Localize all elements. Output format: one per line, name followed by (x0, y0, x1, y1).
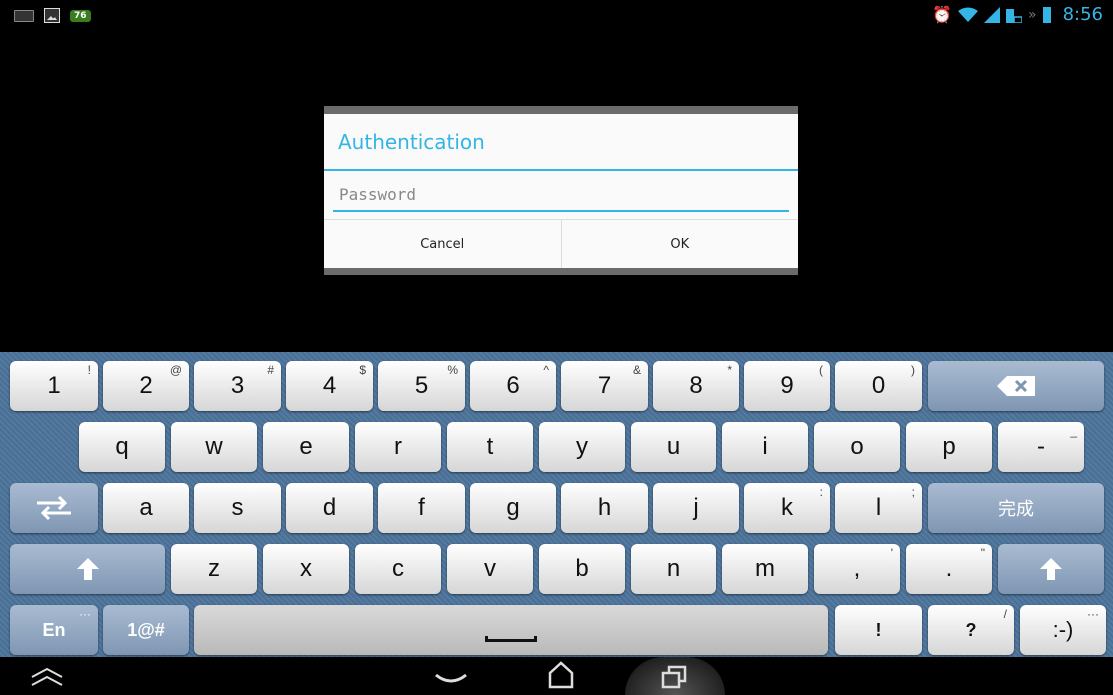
key-y[interactable]: y (539, 422, 625, 472)
key-8[interactable]: 8 * (653, 361, 739, 411)
key-g[interactable]: g (470, 483, 556, 533)
dialog-bottom-border (324, 268, 798, 275)
symbols-key[interactable]: 1@# (103, 605, 189, 655)
key-7[interactable]: 7 & (561, 361, 648, 411)
key-d[interactable]: d (286, 483, 373, 533)
key-4[interactable]: 4 $ (286, 361, 373, 411)
recent-apps-icon[interactable] (661, 665, 687, 689)
key-r[interactable]: r (355, 422, 441, 472)
key-n[interactable]: n (631, 544, 716, 594)
navigation-bar (0, 657, 1113, 695)
dialog-buttons: Cancel OK (324, 219, 798, 268)
image-icon (44, 8, 60, 23)
status-bar-left: 76 (14, 8, 91, 23)
authentication-dialog: Authentication Cancel OK (324, 106, 798, 275)
input-switch-key[interactable] (10, 483, 98, 533)
key-b[interactable]: b (539, 544, 625, 594)
key-f[interactable]: f (378, 483, 465, 533)
notification-badge: 76 (70, 9, 91, 22)
key-v[interactable]: v (447, 544, 533, 594)
dialog-title: Authentication (338, 130, 485, 154)
key-a[interactable]: a (103, 483, 189, 533)
status-bar: 76 ⏰ » 8:56 (0, 0, 1113, 30)
password-input[interactable] (333, 178, 789, 212)
chevron-right-icon: » (1028, 6, 1037, 23)
sim-icon (1006, 8, 1022, 23)
battery-icon (1042, 6, 1051, 23)
key-comma[interactable]: , ' (814, 544, 900, 594)
key-1[interactable]: 1! (10, 361, 98, 411)
key-x[interactable]: x (263, 544, 349, 594)
back-icon[interactable] (434, 671, 468, 687)
key-3[interactable]: 3 # (194, 361, 281, 411)
soft-keyboard: 1! 2 @ 3 # 4 $ 5% 6 ^ 7 & 8 * 9( 0) q w e r t … (0, 352, 1113, 657)
ok-button[interactable]: OK (560, 220, 799, 268)
clock: 8:56 (1062, 4, 1103, 25)
key-m[interactable]: m (722, 544, 808, 594)
key-6[interactable]: 6 ^ (470, 361, 556, 411)
wifi-icon (958, 7, 978, 22)
key-period[interactable]: . " (906, 544, 992, 594)
key-u[interactable]: u (631, 422, 716, 472)
key-exclamation[interactable]: ! (835, 605, 922, 655)
key-s[interactable]: s (194, 483, 281, 533)
status-bar-right: ⏰ » 8:56 (932, 4, 1103, 25)
key-h[interactable]: h (561, 483, 648, 533)
key-p[interactable]: p (906, 422, 992, 472)
alarm-icon: ⏰ (932, 5, 952, 24)
key-question[interactable]: ? / (928, 605, 1014, 655)
done-key[interactable]: 完成 (928, 483, 1104, 533)
language-key[interactable]: En ··· (10, 605, 98, 655)
key-0[interactable]: 0) (835, 361, 922, 411)
smiley-key[interactable]: :-) ··· (1020, 605, 1106, 655)
shift-arrow-icon (1040, 558, 1062, 580)
shift-right-key[interactable] (998, 544, 1104, 594)
title-divider (324, 169, 798, 171)
key-t[interactable]: t (447, 422, 533, 472)
backspace-icon (997, 376, 1035, 396)
key-w[interactable]: w (171, 422, 257, 472)
key-c[interactable]: c (355, 544, 441, 594)
key-l[interactable]: l; (835, 483, 922, 533)
dialog-top-border (324, 106, 798, 114)
home-icon[interactable] (548, 661, 574, 689)
cancel-button[interactable]: Cancel (324, 220, 561, 268)
done-label: 完成 (998, 499, 1034, 519)
key-j[interactable]: j (653, 483, 739, 533)
swap-arrows-icon (37, 495, 71, 521)
key-q[interactable]: q (79, 422, 165, 472)
backspace-key[interactable] (928, 361, 1104, 411)
shift-left-key[interactable] (10, 544, 165, 594)
space-bar-icon (485, 636, 537, 642)
key-e[interactable]: e (263, 422, 349, 472)
keyboard-icon (14, 9, 34, 22)
key-k[interactable]: k: (744, 483, 830, 533)
space-key[interactable] (194, 605, 828, 655)
key-2[interactable]: 2 @ (103, 361, 189, 411)
signal-icon (984, 6, 1000, 23)
key-o[interactable]: o (814, 422, 900, 472)
key-9[interactable]: 9( (744, 361, 830, 411)
keyboard-hide-icon[interactable] (30, 667, 64, 687)
key-dash[interactable]: - _ (998, 422, 1084, 472)
shift-arrow-icon (76, 558, 99, 580)
key-5[interactable]: 5% (378, 361, 465, 411)
key-i[interactable]: i (722, 422, 808, 472)
key-z[interactable]: z (171, 544, 257, 594)
